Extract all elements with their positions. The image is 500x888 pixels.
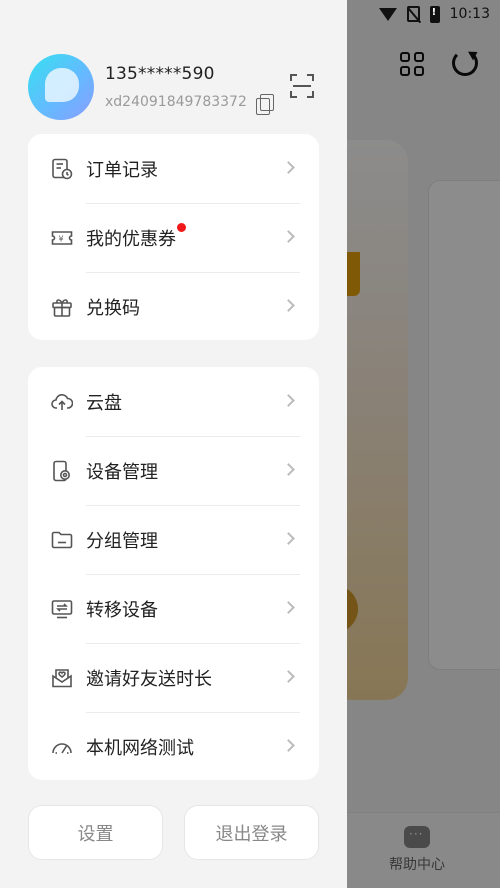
side-drawer: 135*****590 xd24091849783372 订单记录 ¥ 我的优惠… [0, 0, 347, 888]
menu-item-redeem-code[interactable]: 兑换码 [28, 272, 319, 341]
menu-item-network-test[interactable]: 本机网络测试 [28, 712, 319, 781]
user-phone: 135*****590 [105, 64, 215, 84]
chevron-right-icon [282, 394, 295, 407]
chevron-right-icon [282, 299, 295, 312]
avatar[interactable] [28, 54, 94, 120]
transfer-device-icon [51, 600, 73, 619]
gift-icon [52, 299, 72, 317]
menu-item-transfer-device[interactable]: 转移设备 [28, 574, 319, 643]
chevron-right-icon [282, 230, 295, 243]
copy-icon[interactable] [256, 94, 274, 115]
svg-text:¥: ¥ [59, 235, 64, 244]
notification-dot [177, 223, 186, 232]
menu-item-label: 转移设备 [86, 599, 158, 621]
menu-item-label: 订单记录 [86, 159, 158, 181]
logout-button[interactable]: 退出登录 [184, 805, 319, 860]
menu-item-label: 本机网络测试 [86, 737, 194, 759]
folder-icon [51, 531, 73, 549]
settings-button[interactable]: 设置 [28, 805, 163, 860]
avatar-shape [45, 68, 79, 102]
menu-item-label: 设备管理 [86, 461, 158, 483]
chevron-right-icon [282, 463, 295, 476]
menu-card-account: 订单记录 ¥ 我的优惠券 兑换码 [28, 134, 319, 340]
chevron-right-icon [282, 670, 295, 683]
menu-item-label: 云盘 [86, 392, 122, 414]
invite-envelope-icon [52, 669, 72, 688]
menu-item-group-management[interactable]: 分组管理 [28, 505, 319, 574]
coupon-icon: ¥ [51, 231, 73, 245]
speedometer-icon [52, 743, 72, 754]
chevron-right-icon [282, 601, 295, 614]
menu-item-label: 兑换码 [86, 297, 140, 319]
menu-item-label: 我的优惠券 [86, 228, 176, 250]
menu-item-label: 分组管理 [86, 530, 158, 552]
profile-header: 135*****590 xd24091849783372 [28, 54, 328, 122]
cloud-upload-icon [51, 394, 73, 410]
order-record-icon [52, 158, 73, 180]
chevron-right-icon [282, 532, 295, 545]
no-sim-icon [406, 6, 420, 22]
status-bar: 10:13 [347, 0, 500, 28]
menu-card-devices: 云盘 设备管理 分组管理 转移设备 邀请好友送时长 本机网络测试 [28, 367, 319, 780]
menu-item-label: 邀请好友送时长 [86, 668, 212, 690]
menu-item-coupons[interactable]: ¥ 我的优惠券 [28, 203, 319, 272]
wifi-icon [378, 7, 397, 21]
battery-alert-icon [429, 5, 440, 23]
menu-item-invite-friends[interactable]: 邀请好友送时长 [28, 643, 319, 712]
user-id: xd24091849783372 [105, 94, 247, 110]
device-settings-icon [53, 460, 70, 482]
chevron-right-icon [282, 161, 295, 174]
menu-item-cloud-drive[interactable]: 云盘 [28, 367, 319, 436]
scan-icon[interactable] [290, 74, 314, 98]
status-time: 10:13 [449, 6, 490, 22]
chevron-right-icon [282, 739, 295, 752]
menu-item-device-management[interactable]: 设备管理 [28, 436, 319, 505]
menu-item-order-record[interactable]: 订单记录 [28, 134, 319, 203]
